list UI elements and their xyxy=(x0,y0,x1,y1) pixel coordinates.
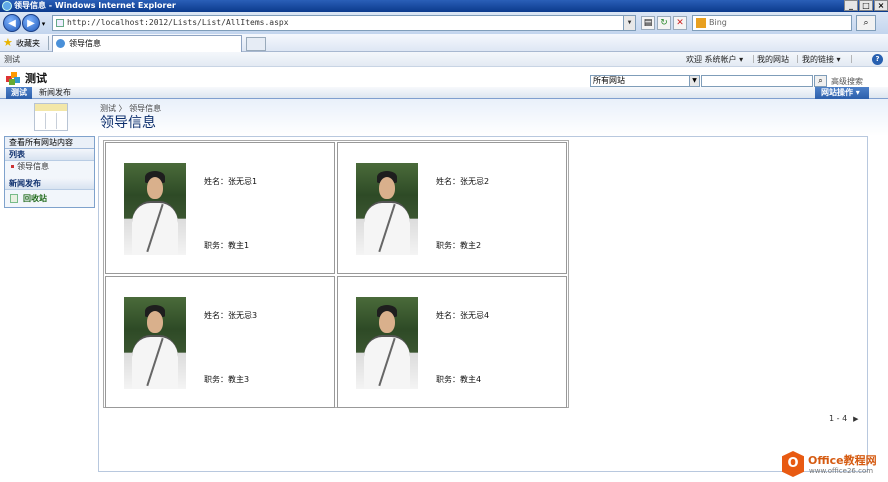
site-search-button[interactable]: ⌕ xyxy=(814,75,827,87)
main-content: 姓名：张无忌1 职务：教主1 姓名：张无忌2 职务：教主2 姓名：张无忌3 职务… xyxy=(98,136,868,472)
browser-nav-bar: ◀ ▶ ▾ http://localhost:2012/Lists/List/A… xyxy=(0,12,888,34)
quick-launch-heading-news[interactable]: 新闻发布 xyxy=(5,178,94,190)
site-title[interactable]: 测试 xyxy=(25,70,47,86)
leader-photo xyxy=(124,163,186,255)
leader-card-grid: 姓名：张无忌1 职务：教主1 姓名：张无忌2 职务：教主2 姓名：张无忌3 职务… xyxy=(103,140,569,408)
maximize-button[interactable]: □ xyxy=(859,0,873,11)
leader-name: 姓名：张无忌1 xyxy=(204,177,258,186)
leader-name: 姓名：张无忌3 xyxy=(204,311,258,320)
bing-icon xyxy=(696,18,706,28)
help-icon[interactable]: ? xyxy=(872,54,883,65)
leader-photo xyxy=(124,297,186,389)
quick-launch-heading-lists[interactable]: 列表 xyxy=(5,149,94,161)
minimize-button[interactable]: _ xyxy=(844,0,858,11)
compatibility-icon[interactable]: ▤ xyxy=(641,16,655,30)
new-tab-button[interactable] xyxy=(246,37,266,51)
page-icon xyxy=(56,19,64,27)
title-area: 测试 所有网站 ▼ ⌕ 高级搜索 xyxy=(0,67,888,87)
forward-arrow-icon[interactable]: ▶ xyxy=(22,14,40,32)
recycle-bin-icon xyxy=(10,194,18,203)
window-title-bar: 领导信息 - Windows Internet Explorer _ □ × xyxy=(0,0,888,12)
leader-title: 职务：教主1 xyxy=(204,241,250,250)
office-logo-icon: O xyxy=(782,451,804,477)
browser-tab[interactable]: 领导信息 xyxy=(52,35,242,52)
paging-range: 1 - 4 xyxy=(829,414,848,423)
leader-title: 职务：教主2 xyxy=(436,241,482,250)
watermark: O Office教程网 www.office26.com xyxy=(782,450,886,480)
search-provider: Bing xyxy=(709,18,727,27)
tab-news[interactable]: 新闻发布 xyxy=(34,87,76,99)
search-input[interactable]: Bing xyxy=(692,15,852,31)
back-arrow-icon[interactable]: ◀ xyxy=(3,14,21,32)
global-nav: 测试 欢迎 系统帐户 ▾ | 我的网站 | 我的链接 ▾ | ? xyxy=(0,52,888,67)
scope-dropdown-icon[interactable]: ▼ xyxy=(689,76,699,86)
site-search-input[interactable] xyxy=(701,75,813,87)
recycle-bin-link[interactable]: 回收站 xyxy=(5,192,94,206)
leader-title: 职务：教主3 xyxy=(204,375,250,384)
advanced-search-link[interactable]: 高级搜索 xyxy=(831,76,863,87)
stop-icon[interactable]: ✕ xyxy=(673,16,687,30)
leader-name: 姓名：张无忌4 xyxy=(436,311,490,320)
watermark-url: www.office26.com xyxy=(809,467,874,475)
window-title: 领导信息 - Windows Internet Explorer xyxy=(14,1,176,10)
search-scope-select[interactable]: 所有网站 ▼ xyxy=(590,75,700,87)
global-site-link[interactable]: 测试 xyxy=(4,54,20,65)
page-title: 领导信息 xyxy=(100,115,156,131)
page-header: 测试 〉 领导信息 领导信息 xyxy=(0,99,888,136)
leader-name: 姓名：张无忌2 xyxy=(436,177,490,186)
next-page-icon[interactable]: ▶ xyxy=(853,415,858,423)
history-dropdown-icon[interactable]: ▾ xyxy=(39,18,48,28)
favorites-bar: ★ 收藏夹 领导信息 xyxy=(0,34,888,52)
favorites-label[interactable]: 收藏夹 xyxy=(16,38,40,49)
site-actions-menu[interactable]: 网站操作 ▾ xyxy=(815,87,869,99)
site-logo-icon xyxy=(6,70,20,85)
favorites-star-icon[interactable]: ★ xyxy=(3,37,13,49)
welcome-menu[interactable]: 欢迎 系统帐户 ▾ xyxy=(686,54,743,65)
quick-launch: 查看所有网站内容 列表 领导信息 新闻发布 回收站 xyxy=(4,136,95,208)
paging-control: 1 - 4 ▶ xyxy=(829,414,859,423)
search-button[interactable]: ⌕ xyxy=(856,15,876,31)
leader-card: 姓名：张无忌2 职务：教主2 xyxy=(337,142,567,274)
tab-home[interactable]: 测试 xyxy=(6,87,32,99)
leader-photo xyxy=(356,163,418,255)
tab-title: 领导信息 xyxy=(69,39,101,48)
refresh-icon[interactable]: ↻ xyxy=(657,16,671,30)
quick-launch-item-leaders[interactable]: 领导信息 xyxy=(5,161,94,173)
ie-icon xyxy=(2,1,12,11)
search-scope-value: 所有网站 xyxy=(593,76,625,85)
address-bar[interactable]: http://localhost:2012/Lists/List/AllItem… xyxy=(52,15,636,31)
my-site-link[interactable]: 我的网站 xyxy=(757,54,789,65)
watermark-brand: Office教程网 xyxy=(808,454,877,467)
address-dropdown-icon[interactable]: ▼ xyxy=(623,16,635,30)
leader-card: 姓名：张无忌3 职务：教主3 xyxy=(105,276,335,408)
list-page-icon xyxy=(34,103,68,131)
address-text: http://localhost:2012/Lists/List/AllItem… xyxy=(67,18,289,27)
tab-ie-icon xyxy=(56,39,65,48)
leader-photo xyxy=(356,297,418,389)
leader-card: 姓名：张无忌1 职务：教主1 xyxy=(105,142,335,274)
view-all-site-content-link[interactable]: 查看所有网站内容 xyxy=(5,137,94,149)
close-button[interactable]: × xyxy=(874,0,888,11)
leader-card: 姓名：张无忌4 职务：教主4 xyxy=(337,276,567,408)
top-nav: 测试 新闻发布 网站操作 ▾ xyxy=(0,87,888,99)
leader-title: 职务：教主4 xyxy=(436,375,482,384)
my-links-menu[interactable]: 我的链接 ▾ xyxy=(802,54,841,65)
